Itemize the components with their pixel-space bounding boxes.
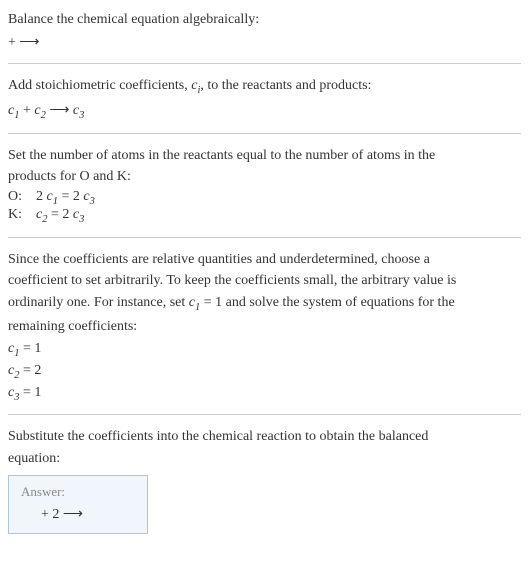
- o-eq: = 2: [58, 189, 83, 204]
- stoichiometric-section: Add stoichiometric coefficients, ci, to …: [8, 76, 521, 121]
- sub-text-1: Substitute the coefficients into the che…: [8, 427, 521, 447]
- answer-equation: + 2 ⟶: [21, 506, 135, 523]
- stoich-equation: c1 + c2 ⟶ c3: [8, 102, 521, 121]
- intro-text: Balance the chemical equation algebraica…: [8, 10, 521, 30]
- r1-val: = 1: [19, 341, 41, 356]
- arrow-1: ⟶: [46, 103, 73, 118]
- o-2a: 2: [36, 189, 47, 204]
- answer-label: Answer:: [21, 484, 135, 500]
- potassium-equation: c2 = 2 c3: [36, 207, 84, 225]
- potassium-label: K:: [8, 207, 28, 225]
- solve-section: Since the coefficients are relative quan…: [8, 250, 521, 403]
- answer-box: Answer: + 2 ⟶: [8, 475, 148, 534]
- solve-3a: ordinarily one. For instance, set: [8, 295, 189, 310]
- r3-val: = 1: [19, 385, 41, 400]
- stoich-text-1: Add stoichiometric coefficients,: [8, 78, 191, 93]
- divider-3: [8, 237, 521, 238]
- oxygen-label: O:: [8, 189, 28, 207]
- divider-1: [8, 63, 521, 64]
- sub-text-2: equation:: [8, 449, 521, 469]
- oxygen-row: O: 2 c1 = 2 c3: [8, 189, 521, 207]
- solve-text-3: ordinarily one. For instance, set c1 = 1…: [8, 293, 521, 315]
- solve-3b: = 1 and solve the system of equations fo…: [200, 295, 454, 310]
- atoms-section: Set the number of atoms in the reactants…: [8, 146, 521, 225]
- stoich-text-2: , to the reactants and products:: [200, 78, 371, 93]
- atoms-text-1: Set the number of atoms in the reactants…: [8, 146, 521, 166]
- plus-1: +: [19, 103, 34, 118]
- substitute-section: Substitute the coefficients into the che…: [8, 427, 521, 533]
- k-c3-sub: 3: [79, 214, 84, 225]
- divider-2: [8, 133, 521, 134]
- c3-sub: 3: [79, 110, 84, 121]
- k-eq: = 2: [47, 207, 72, 222]
- solve-text-2: coefficient to set arbitrarily. To keep …: [8, 271, 521, 291]
- potassium-row: K: c2 = 2 c3: [8, 207, 521, 225]
- intro-section: Balance the chemical equation algebraica…: [8, 10, 521, 51]
- r2-val: = 2: [19, 363, 41, 378]
- intro-reaction: + ⟶: [8, 34, 521, 51]
- solve-text-4: remaining coefficients:: [8, 317, 521, 337]
- result-c1: c1 = 1: [8, 341, 521, 359]
- o-c3-sub: 3: [90, 196, 95, 207]
- result-c2: c2 = 2: [8, 363, 521, 381]
- atoms-text-2: products for O and K:: [8, 167, 521, 187]
- solve-text-1: Since the coefficients are relative quan…: [8, 250, 521, 270]
- result-c3: c3 = 1: [8, 385, 521, 403]
- stoich-text: Add stoichiometric coefficients, ci, to …: [8, 76, 521, 98]
- divider-4: [8, 414, 521, 415]
- oxygen-equation: 2 c1 = 2 c3: [36, 189, 95, 207]
